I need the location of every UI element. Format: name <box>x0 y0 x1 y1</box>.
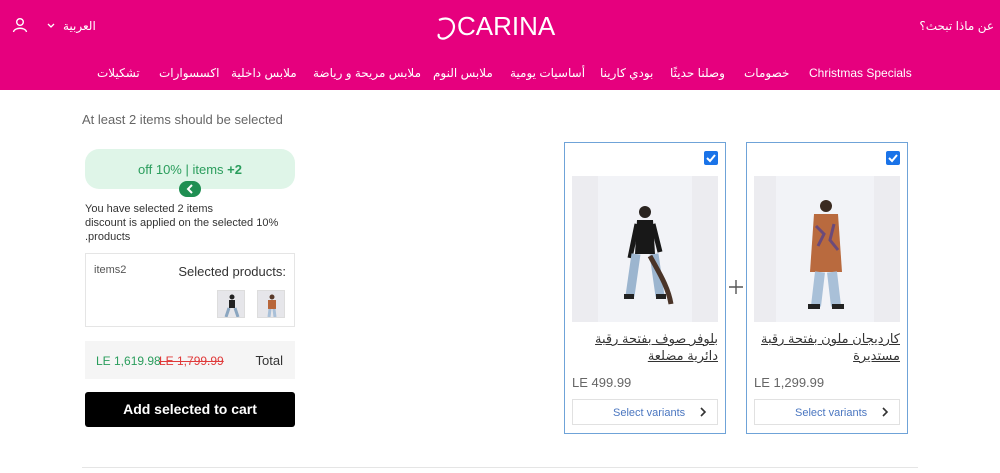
nav-item-sale[interactable]: خصومات <box>744 66 789 80</box>
select-variants-label: Select variants <box>795 407 868 419</box>
product-image[interactable] <box>572 176 718 322</box>
nav-item-accessories[interactable]: اكسسوارات <box>159 66 219 80</box>
product-card-pullover[interactable]: بلوفر صوف بفتحة رقبة دائرية مضلعة LE 499… <box>564 142 726 434</box>
product-price: LE 1,299.99 <box>754 375 825 390</box>
selection-info: You have selected 2 items discount is ap… <box>85 202 295 244</box>
nav-item-sleepwear[interactable]: ملابس النوم <box>433 66 493 80</box>
nav-item-loungewear[interactable]: ملابس مريحة و رياضة <box>313 66 421 80</box>
carina-logo[interactable]: CARINA <box>433 8 565 44</box>
checkmark-icon <box>888 154 898 163</box>
total-label: Total <box>255 353 283 368</box>
selected-products-label: Selected products: <box>178 264 286 279</box>
product-checkbox[interactable] <box>886 151 900 165</box>
discount-count: +2 <box>227 162 242 177</box>
chevron-right-icon <box>882 407 889 417</box>
nav-item-basics[interactable]: أساسيات يومية <box>510 66 585 80</box>
model-photo <box>776 176 874 322</box>
checkmark-icon <box>706 154 716 163</box>
user-icon[interactable] <box>12 17 28 33</box>
total-discounted-price: LE 1,619.98 <box>96 354 161 368</box>
info-line-1: You have selected 2 items <box>85 203 214 215</box>
product-title[interactable]: كارديجان ملون بفتحة رقبة مستديرة <box>754 330 900 364</box>
add-to-cart-button[interactable]: Add selected to cart <box>85 392 295 427</box>
bundle-hint: At least 2 items should be selected <box>82 112 283 127</box>
plus-icon <box>729 280 743 294</box>
thumbnail-image <box>224 294 240 317</box>
language-label: العربية <box>63 19 96 33</box>
language-selector[interactable]: العربية <box>47 19 96 33</box>
select-variants-button[interactable]: Select variants <box>572 399 718 425</box>
divider <box>82 467 918 468</box>
discount-text: off 10% | items +2 <box>85 162 295 177</box>
nav-item-body[interactable]: بودي كارينا <box>600 66 653 80</box>
product-image[interactable] <box>754 176 900 322</box>
select-variants-label: Select variants <box>613 407 686 419</box>
product-checkbox[interactable] <box>704 151 718 165</box>
select-variants-button[interactable]: Select variants <box>754 399 900 425</box>
nav-item-underwear[interactable]: ملابس داخلية <box>231 66 297 80</box>
selected-products-count: items2 <box>94 264 127 276</box>
selected-products-box: Selected products: items2 <box>85 253 295 327</box>
search-link[interactable]: عن ماذا تبحث؟ <box>919 19 994 33</box>
thumbnail-image <box>267 294 277 317</box>
info-line-3: .products <box>85 231 131 243</box>
main-nav: Christmas Specials خصومات وصلنا حديثًا ب… <box>0 66 1000 80</box>
nav-item-new[interactable]: وصلنا حديثًا <box>670 66 725 80</box>
brand-name: CARINA <box>457 11 556 41</box>
discount-label: off 10% | items <box>138 162 224 177</box>
total-original-price: LE 1,799.99 <box>159 354 224 368</box>
chevron-right-icon <box>700 407 707 417</box>
nav-item-christmas[interactable]: Christmas Specials <box>809 66 912 80</box>
collapse-toggle[interactable] <box>179 181 201 197</box>
search-label[interactable]: عن ماذا تبحث؟ <box>919 19 994 33</box>
product-title[interactable]: بلوفر صوف بفتحة رقبة دائرية مضلعة <box>572 330 718 364</box>
chevron-left-icon <box>186 184 193 194</box>
product-price: LE 499.99 <box>572 375 632 390</box>
nav-item-collections[interactable]: تشكيلات <box>97 66 140 80</box>
total-box: LE 1,619.98 LE 1,799.99 Total <box>85 341 295 379</box>
chevron-down-icon <box>47 23 55 28</box>
info-line-2: discount is applied on the selected 10% <box>85 217 279 229</box>
product-card-cardigan[interactable]: كارديجان ملون بفتحة رقبة مستديرة LE 1,29… <box>746 142 908 434</box>
site-header: عن ماذا تبحث؟ CARINA العربية Christmas S… <box>0 0 1000 90</box>
selected-thumb-2[interactable] <box>257 290 285 318</box>
selected-thumb-1[interactable] <box>217 290 245 318</box>
model-photo <box>598 176 692 322</box>
